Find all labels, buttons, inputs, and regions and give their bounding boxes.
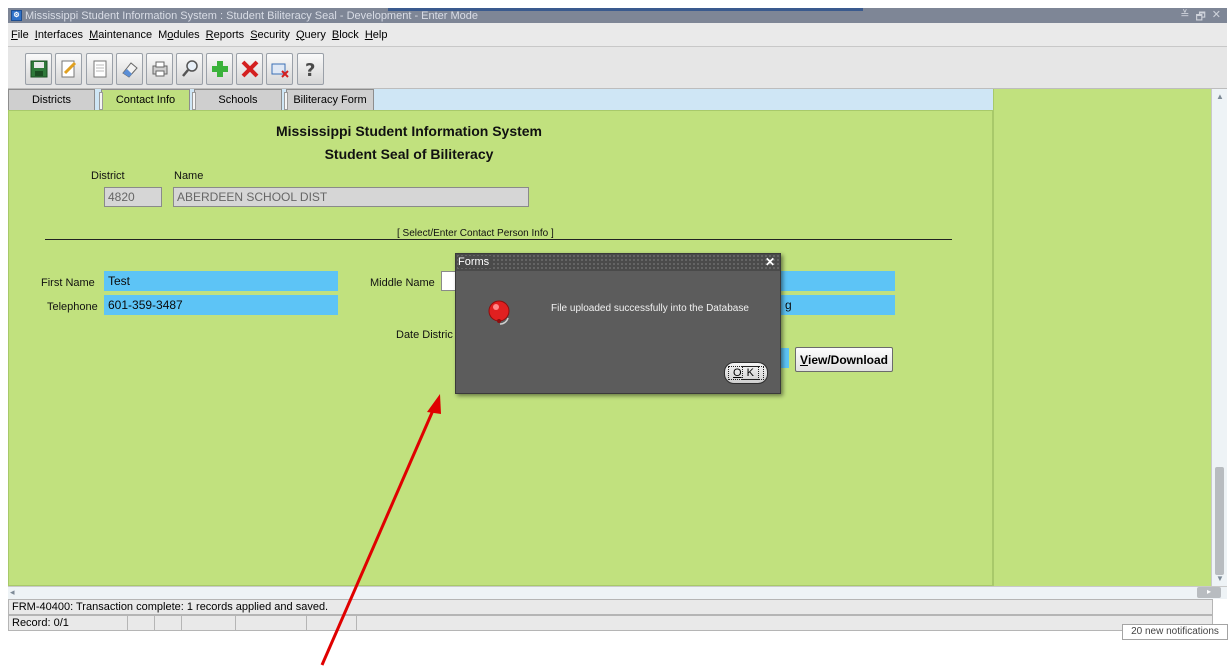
telephone-label: Telephone	[47, 301, 98, 313]
tab-marker	[99, 92, 103, 110]
date-district-label: Date Distric	[396, 329, 453, 341]
form-title: Mississippi Student Information System	[275, 123, 543, 139]
first-name-label: First Name	[41, 277, 95, 289]
menu-help[interactable]: Help	[365, 29, 388, 41]
menu-interfaces[interactable]: Interfaces	[35, 29, 83, 41]
forms-dialog: Forms ✕ File uploaded successfully into …	[455, 253, 781, 394]
status-segment	[356, 616, 357, 630]
minimize-icon[interactable]: ≚	[1180, 8, 1189, 23]
status-segment	[127, 616, 128, 630]
restore-icon[interactable]: 🗗	[1195, 8, 1205, 23]
horizontal-scrollbar[interactable]: ◂ ▸	[8, 586, 1227, 599]
scroll-down-icon[interactable]: ▼	[1216, 574, 1224, 583]
menu-security[interactable]: Security	[250, 29, 290, 41]
status-segment	[235, 616, 236, 630]
tab-biliteracy-form[interactable]: Biliteracy Form	[284, 89, 374, 110]
search-icon[interactable]	[176, 53, 203, 85]
email-field[interactable]: g	[781, 295, 895, 315]
print-icon[interactable]	[146, 53, 173, 85]
ok-button[interactable]: OK	[724, 362, 768, 384]
menu-modules[interactable]: Modules	[158, 29, 200, 41]
last-name-field[interactable]	[781, 271, 895, 291]
section-divider	[45, 239, 952, 240]
view-download-button[interactable]: View/Download	[795, 347, 893, 372]
close-icon[interactable]: ✕	[1212, 8, 1221, 23]
scroll-up-icon[interactable]: ▲	[1216, 92, 1224, 101]
tab-strip: Districts Contact Info Schools Biliterac…	[8, 89, 993, 110]
status-record-bar: Record: 0/1	[8, 615, 1213, 631]
tab-contact-info-label: Contact Info	[115, 94, 176, 106]
scroll-thumb[interactable]	[1215, 467, 1224, 575]
record-indicator: Record: 0/1	[12, 617, 69, 629]
help-icon[interactable]: ?	[297, 53, 324, 85]
district-name-field[interactable]: ABERDEEN SCHOOL DIST	[173, 187, 529, 207]
eraser-icon[interactable]	[116, 53, 143, 85]
blank-page-icon[interactable]	[86, 53, 113, 85]
menu-reports[interactable]: Reports	[206, 29, 245, 41]
middle-name-label: Middle Name	[370, 277, 435, 289]
status-segment	[306, 616, 307, 630]
form-subtitle: Student Seal of Biliteracy	[324, 146, 494, 162]
status-segment	[154, 616, 155, 630]
scroll-left-icon[interactable]: ◂	[10, 587, 15, 598]
notifications-badge[interactable]: 20 new notifications	[1122, 624, 1228, 640]
app-icon: ⚙	[11, 10, 22, 21]
alert-bell-icon	[486, 298, 514, 328]
title-bar: ⚙ Mississippi Student Information System…	[8, 8, 1227, 23]
edit-document-icon[interactable]	[55, 53, 82, 85]
dialog-header	[456, 254, 780, 271]
section-heading: [ Select/Enter Contact Person Info ]	[397, 228, 554, 239]
status-message: FRM-40400: Transaction complete: 1 recor…	[8, 599, 1213, 615]
first-name-field[interactable]: Test	[104, 271, 338, 291]
menu-query[interactable]: Query	[296, 29, 326, 41]
menu-bar: File Interfaces Maintenance Modules Repo…	[8, 23, 1227, 47]
district-label: District	[91, 170, 125, 182]
tab-marker	[192, 92, 196, 110]
add-record-icon[interactable]	[206, 53, 233, 85]
scroll-right-icon[interactable]: ▸	[1197, 587, 1221, 598]
district-field[interactable]: 4820	[104, 187, 162, 207]
telephone-field[interactable]: 601-359-3487	[104, 295, 338, 315]
status-segment	[181, 616, 182, 630]
save-icon[interactable]	[25, 53, 52, 85]
tab-biliteracy-form-label: Biliteracy Form	[293, 94, 367, 106]
dialog-message: File uploaded successfully into the Data…	[551, 303, 749, 314]
app-window: ⚙ Mississippi Student Information System…	[0, 0, 1231, 671]
vertical-scrollbar[interactable]: ▲ ▼	[1211, 89, 1227, 586]
name-label: Name	[174, 170, 204, 182]
window-controls: ≚ 🗗 ✕	[1180, 8, 1221, 23]
tab-contact-info[interactable]: Contact Info	[99, 89, 190, 110]
file-field[interactable]	[781, 348, 789, 368]
title-accent	[388, 8, 863, 11]
menu-block[interactable]: Block	[332, 29, 359, 41]
svg-text:?: ?	[305, 60, 315, 79]
menu-maintenance[interactable]: Maintenance	[89, 29, 152, 41]
tab-marker	[284, 92, 288, 110]
window-title: Mississippi Student Information System :…	[25, 9, 479, 22]
tab-districts-label: Districts	[31, 94, 72, 106]
dialog-title: Forms	[458, 256, 494, 268]
menu-file[interactable]: File	[11, 29, 29, 41]
toolbar: ?	[8, 47, 1227, 89]
dialog-close-icon[interactable]: ✕	[765, 255, 775, 269]
clear-icon[interactable]	[266, 53, 293, 85]
delete-record-icon[interactable]	[236, 53, 263, 85]
right-panel	[993, 89, 1211, 586]
tab-schools-label: Schools	[218, 94, 258, 106]
tab-districts[interactable]: Districts	[8, 89, 95, 110]
tab-schools[interactable]: Schools	[192, 89, 282, 110]
